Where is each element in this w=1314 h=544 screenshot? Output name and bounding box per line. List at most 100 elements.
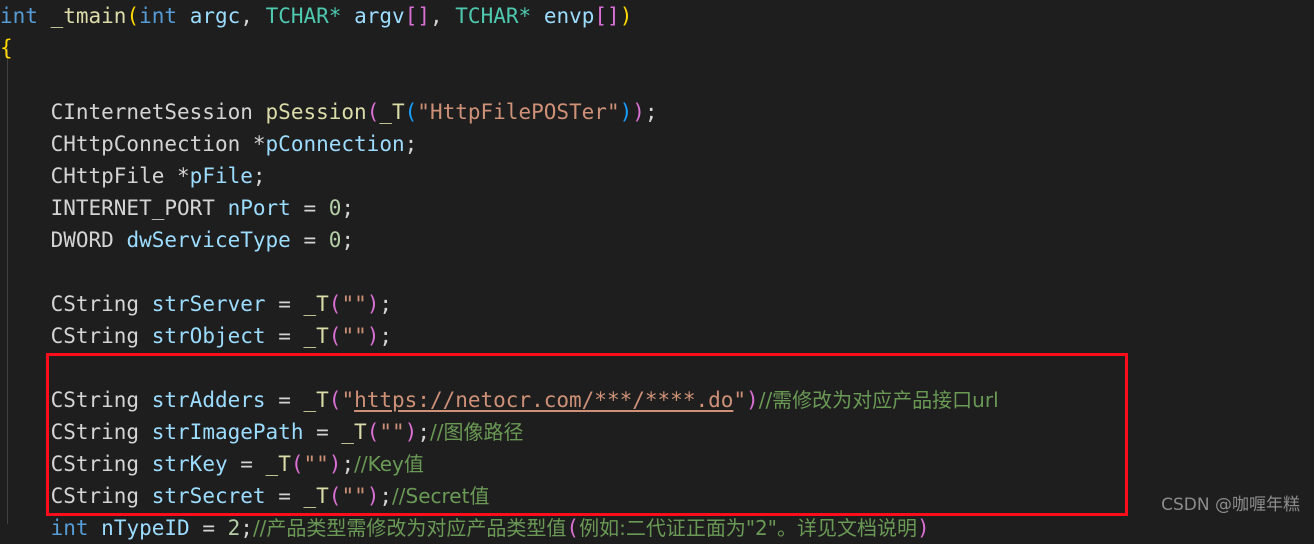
code-token: 0: [328, 228, 342, 252]
code-token: (: [366, 100, 380, 124]
code-token: =: [265, 324, 304, 348]
code-token: []: [594, 4, 620, 28]
code-token: nPort: [227, 196, 291, 220]
code-token: CString: [50, 484, 140, 508]
code-line[interactable]: [0, 352, 1314, 384]
code-line[interactable]: CString strImagePath = _T("");//图像路径: [0, 416, 1314, 448]
code-token: ): [328, 452, 342, 476]
code-line[interactable]: CHttpFile *pFile;: [0, 160, 1314, 192]
code-token: int: [139, 4, 178, 28]
code-token: int: [50, 516, 89, 540]
code-token: _tmain: [50, 4, 127, 28]
code-token: (: [126, 4, 140, 28]
code-token: ): [916, 516, 930, 540]
code-token: _T: [379, 100, 405, 124]
code-line[interactable]: CHttpConnection *pConnection;: [0, 128, 1314, 160]
code-line[interactable]: int _tmain(int argc, TCHAR* argv[], TCHA…: [0, 0, 1314, 32]
code-token: _T: [303, 324, 329, 348]
code-token: =: [227, 452, 266, 476]
code-token: strServer: [151, 292, 266, 316]
code-token: ): [632, 100, 645, 124]
code-token: CString: [50, 292, 140, 316]
code-token: =: [265, 484, 304, 508]
code-token: =: [303, 420, 342, 444]
code-token: _T: [303, 292, 329, 316]
code-token: pConnection: [265, 132, 405, 156]
code-token: ,: [429, 4, 456, 28]
code-content[interactable]: int _tmain(int argc, TCHAR* argv[], TCHA…: [0, 0, 1314, 544]
code-token: 例如:二代证正面为"2"。详见文档说明: [579, 516, 917, 540]
code-token: int: [0, 4, 38, 28]
code-token: ): [404, 420, 418, 444]
code-editor-view: int _tmain(int argc, TCHAR* argv[], TCHA…: [0, 0, 1314, 540]
code-token: ): [366, 324, 380, 348]
code-token: strSecret: [151, 484, 266, 508]
code-token: _T: [303, 388, 329, 412]
code-token: =: [265, 388, 304, 412]
code-token: //Key值: [354, 452, 424, 476]
code-token: ": [341, 388, 355, 412]
code-token: ;: [252, 164, 266, 188]
code-token: (: [328, 388, 342, 412]
code-token: (: [566, 516, 580, 540]
code-line[interactable]: CString strSecret = _T("");//Secret值: [0, 480, 1314, 512]
code-token: CString: [50, 452, 140, 476]
code-token: "": [303, 452, 329, 476]
code-token: strImagePath: [151, 420, 304, 444]
code-line[interactable]: int nTypeID = 2;//产品类型需修改为对应产品类型值(例如:二代证…: [0, 512, 1314, 544]
code-line[interactable]: CString strServer = _T("");: [0, 288, 1314, 320]
code-token: ;: [379, 292, 393, 316]
code-token: ": [733, 388, 747, 412]
code-line[interactable]: DWORD dwServiceType = 0;: [0, 224, 1314, 256]
code-token: ;: [417, 420, 430, 444]
code-token: *: [328, 4, 342, 28]
code-line[interactable]: CString strKey = _T("");//Key值: [0, 448, 1314, 480]
code-token: "": [379, 420, 405, 444]
code-line[interactable]: CString strObject = _T("");: [0, 320, 1314, 352]
code-token: CString: [50, 388, 140, 412]
code-token: _T: [303, 484, 329, 508]
code-token: CString: [50, 420, 140, 444]
code-line[interactable]: CString strAdders = _T("https://netocr.c…: [0, 384, 1314, 416]
code-token: pFile: [189, 164, 253, 188]
code-token: =: [189, 516, 228, 540]
code-token: CInternetSession: [50, 100, 253, 124]
code-token: dwServiceType: [126, 228, 291, 252]
code-token: //产品类型需修改为对应产品类型值: [252, 516, 567, 540]
code-token: argv: [354, 4, 405, 28]
code-token: TCHAR: [455, 4, 519, 28]
code-token: ;: [240, 516, 253, 540]
code-token: INTERNET_PORT: [50, 196, 215, 220]
code-line[interactable]: [0, 64, 1314, 96]
code-token: envp: [543, 4, 595, 28]
code-token: ): [619, 100, 633, 124]
code-token: (: [290, 452, 304, 476]
code-line[interactable]: {: [0, 32, 1314, 64]
code-token: CHttpConnection: [50, 132, 241, 156]
code-token: strObject: [151, 324, 266, 348]
code-token: (: [366, 420, 380, 444]
code-line[interactable]: [0, 256, 1314, 288]
code-line[interactable]: INTERNET_PORT nPort = 0;: [0, 192, 1314, 224]
code-token: pSession: [265, 100, 367, 124]
code-token: CString: [50, 324, 140, 348]
code-token: *: [518, 4, 532, 28]
code-line[interactable]: CInternetSession pSession(_T("HttpFilePO…: [0, 96, 1314, 128]
code-token: =: [290, 196, 329, 220]
